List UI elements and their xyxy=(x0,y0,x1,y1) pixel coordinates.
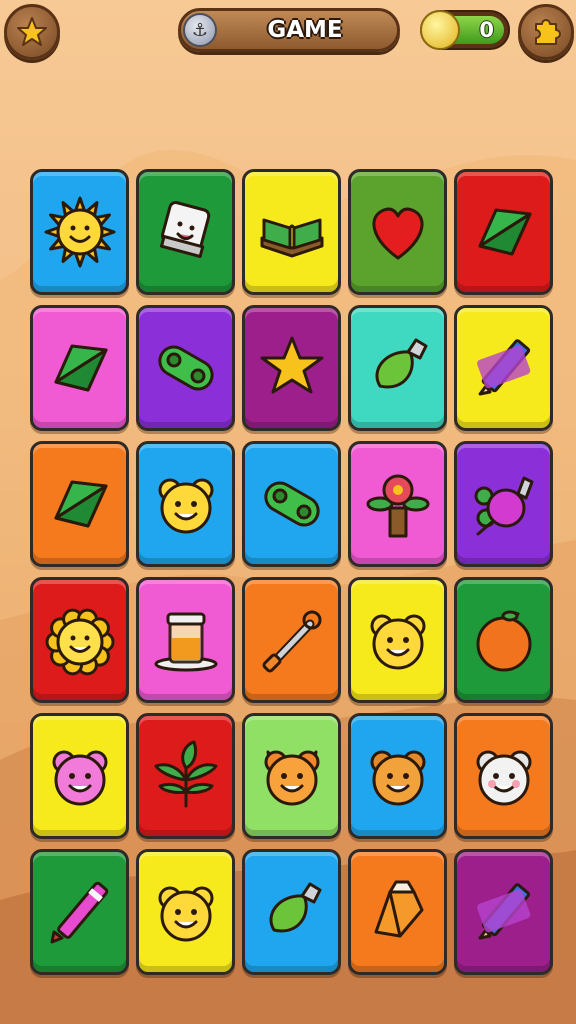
dice-icon xyxy=(159,201,210,258)
gamepad-icon xyxy=(157,345,214,391)
game-card[interactable] xyxy=(136,713,235,839)
bear-face-icon xyxy=(370,614,425,670)
crayon-icon xyxy=(50,881,108,944)
game-card[interactable] xyxy=(348,169,447,295)
heart-icon xyxy=(372,207,423,260)
honey-jar-icon xyxy=(154,612,217,672)
game-card[interactable] xyxy=(454,577,553,703)
turtle-icon xyxy=(474,476,533,536)
bear-face-icon xyxy=(158,478,213,534)
coin-count: 0 xyxy=(479,18,494,42)
game-card[interactable] xyxy=(30,169,129,295)
coin-icon xyxy=(420,10,460,50)
game-card[interactable] xyxy=(30,441,129,567)
fox-face-icon xyxy=(264,750,319,806)
puzzle-icon xyxy=(535,19,561,45)
game-card[interactable] xyxy=(348,713,447,839)
brown-bear-icon xyxy=(370,750,425,806)
anchor-icon: ⚓ xyxy=(183,13,217,47)
flower-pot-icon xyxy=(366,474,429,538)
game-card[interactable] xyxy=(30,849,129,975)
pink-bear-icon xyxy=(52,750,107,806)
game-card[interactable] xyxy=(242,577,341,703)
leaf-drop-icon xyxy=(268,882,321,933)
game-card[interactable] xyxy=(242,305,341,431)
pencil-icon xyxy=(476,339,530,396)
game-card[interactable] xyxy=(242,169,341,295)
game-card[interactable] xyxy=(242,849,341,975)
game-card[interactable] xyxy=(30,713,129,839)
leaf-drop-icon xyxy=(374,338,427,389)
game-card[interactable] xyxy=(454,305,553,431)
pencil-icon xyxy=(476,883,530,940)
game-card[interactable] xyxy=(454,713,553,839)
scissors-icon xyxy=(262,610,321,673)
coin-counter: 0 xyxy=(420,10,510,50)
game-card[interactable] xyxy=(242,441,341,567)
game-card[interactable] xyxy=(454,441,553,567)
game-card[interactable] xyxy=(348,441,447,567)
kite-icon xyxy=(54,480,107,528)
game-card[interactable] xyxy=(136,577,235,703)
game-card[interactable] xyxy=(30,577,129,703)
sun-icon xyxy=(44,196,115,268)
game-card[interactable] xyxy=(30,305,129,431)
puzzle-settings-button[interactable] xyxy=(518,4,574,60)
game-card[interactable] xyxy=(348,577,447,703)
kite-icon xyxy=(54,344,107,392)
game-card[interactable] xyxy=(348,305,447,431)
game-card[interactable] xyxy=(136,305,235,431)
game-card[interactable] xyxy=(136,169,235,295)
game-card[interactable] xyxy=(242,713,341,839)
game-card[interactable] xyxy=(454,169,553,295)
white-bear-icon xyxy=(476,750,531,806)
star-menu-button[interactable] xyxy=(4,4,60,60)
book-icon xyxy=(260,218,323,258)
gem-icon xyxy=(374,880,423,938)
star-icon xyxy=(260,336,323,394)
star-icon xyxy=(17,17,47,46)
card-grid xyxy=(30,169,553,975)
orange-fruit-icon xyxy=(476,610,531,672)
bear-face-icon xyxy=(158,886,213,942)
lion-face-icon xyxy=(45,608,114,676)
game-card[interactable] xyxy=(348,849,447,975)
game-title: GAME xyxy=(267,17,343,43)
leaves-icon xyxy=(154,740,217,808)
gamepad-icon xyxy=(263,481,320,527)
kite-icon xyxy=(478,208,531,256)
game-card[interactable] xyxy=(136,441,235,567)
title-banner: ⚓ GAME xyxy=(178,8,400,52)
game-card[interactable] xyxy=(136,849,235,975)
game-card[interactable] xyxy=(454,849,553,975)
